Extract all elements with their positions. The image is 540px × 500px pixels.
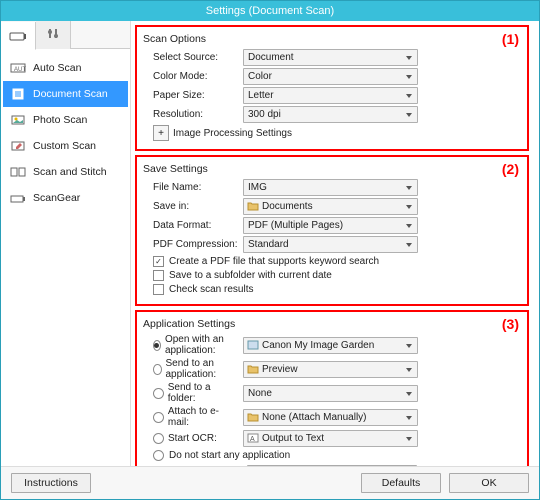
sidebar-item-document-scan[interactable]: Document Scan bbox=[3, 81, 128, 107]
auto-scan-icon: AUTO bbox=[9, 61, 27, 75]
label-paper-size: Paper Size: bbox=[143, 90, 239, 101]
tools-icon bbox=[44, 28, 62, 42]
checkbox-keyword-pdf[interactable] bbox=[153, 256, 164, 267]
label-subfolder-date: Save to a subfolder with current date bbox=[169, 270, 332, 281]
scan-stitch-icon bbox=[9, 165, 27, 179]
defaults-button[interactable]: Defaults bbox=[361, 473, 441, 493]
scangear-icon bbox=[9, 191, 27, 205]
radio-open-app[interactable] bbox=[153, 340, 161, 351]
sidebar-item-label: Auto Scan bbox=[33, 62, 81, 74]
svg-text:AUTO: AUTO bbox=[14, 67, 26, 73]
window-title: Settings (Document Scan) bbox=[206, 5, 334, 17]
folder-icon bbox=[247, 201, 259, 211]
label-data-format: Data Format: bbox=[143, 220, 239, 231]
label-do-not-start: Do not start any application bbox=[169, 450, 290, 461]
svg-text:A: A bbox=[250, 436, 255, 443]
send-folder-dropdown[interactable]: None bbox=[243, 385, 418, 402]
label-start-ocr: Start OCR: bbox=[143, 433, 239, 444]
footer: Instructions Defaults OK bbox=[1, 466, 539, 499]
folder-icon bbox=[247, 364, 259, 374]
sidebar-item-scan-stitch[interactable]: Scan and Stitch bbox=[3, 159, 128, 185]
radio-start-ocr[interactable] bbox=[153, 433, 164, 444]
pdf-compression-dropdown[interactable]: Standard bbox=[243, 236, 418, 253]
sidebar-item-label: Custom Scan bbox=[33, 140, 96, 152]
titlebar: Settings (Document Scan) bbox=[1, 1, 539, 21]
file-name-combo[interactable]: IMG bbox=[243, 179, 418, 196]
paper-size-dropdown[interactable]: Letter bbox=[243, 87, 418, 104]
sidebar-item-custom-scan[interactable]: Custom Scan bbox=[3, 133, 128, 159]
text-icon: A bbox=[247, 433, 259, 443]
send-app-dropdown[interactable]: Preview bbox=[243, 361, 418, 378]
sidebar-item-auto-scan[interactable]: AUTO Auto Scan bbox=[3, 55, 128, 81]
section-number-3: (3) bbox=[502, 316, 519, 332]
section-number-1: (1) bbox=[502, 31, 519, 47]
checkbox-check-results[interactable] bbox=[153, 284, 164, 295]
section-save-settings: (2) Save Settings File Name: IMG Save in… bbox=[135, 155, 529, 306]
label-keyword-pdf: Create a PDF file that supports keyword … bbox=[169, 256, 379, 267]
sidebar: AUTO Auto Scan Document Scan Photo Scan … bbox=[1, 49, 130, 466]
label-send-app: Send to an application: bbox=[143, 358, 239, 380]
tab-tools[interactable] bbox=[36, 21, 71, 49]
app-icon bbox=[247, 340, 259, 350]
label-ips: Image Processing Settings bbox=[173, 128, 292, 139]
attach-email-dropdown[interactable]: None (Attach Manually) bbox=[243, 409, 418, 426]
sidebar-item-scangear[interactable]: ScanGear bbox=[3, 185, 128, 211]
sidebar-item-label: Photo Scan bbox=[33, 114, 87, 126]
label-pdf-compression: PDF Compression: bbox=[143, 239, 239, 250]
section-number-2: (2) bbox=[502, 161, 519, 177]
section-title: Scan Options bbox=[143, 33, 521, 45]
more-functions-button[interactable]: More Functions bbox=[247, 465, 417, 466]
top-tabstrip bbox=[1, 21, 130, 49]
checkbox-subfolder-date[interactable] bbox=[153, 270, 164, 281]
data-format-dropdown[interactable]: PDF (Multiple Pages) bbox=[243, 217, 418, 234]
sidebar-item-photo-scan[interactable]: Photo Scan bbox=[3, 107, 128, 133]
label-attach-email: Attach to e-mail: bbox=[143, 406, 239, 428]
label-save-in: Save in: bbox=[143, 201, 239, 212]
section-scan-options: (1) Scan Options Select Source: Document… bbox=[135, 25, 529, 151]
label-select-source: Select Source: bbox=[143, 52, 239, 63]
scanner-icon bbox=[9, 29, 27, 43]
sidebar-item-label: Document Scan bbox=[33, 88, 108, 100]
label-open-app: Open with an application: bbox=[143, 334, 239, 356]
label-color-mode: Color Mode: bbox=[143, 71, 239, 82]
label-file-name: File Name: bbox=[143, 182, 239, 193]
save-in-dropdown[interactable]: Documents bbox=[243, 198, 418, 215]
radio-attach-email[interactable] bbox=[153, 412, 164, 423]
radio-do-not-start[interactable] bbox=[153, 450, 164, 461]
label-resolution: Resolution: bbox=[143, 109, 239, 120]
label-send-folder: Send to a folder: bbox=[143, 382, 239, 404]
custom-scan-icon bbox=[9, 139, 27, 153]
section-title: Application Settings bbox=[143, 318, 521, 330]
instructions-button[interactable]: Instructions bbox=[11, 473, 91, 493]
ok-button[interactable]: OK bbox=[449, 473, 529, 493]
radio-send-folder[interactable] bbox=[153, 388, 164, 399]
tab-scan[interactable] bbox=[1, 22, 36, 50]
color-mode-dropdown[interactable]: Color bbox=[243, 68, 418, 85]
folder-icon bbox=[247, 412, 259, 422]
radio-send-app[interactable] bbox=[153, 364, 162, 375]
settings-window: Settings (Document Scan) AUTO A bbox=[0, 0, 540, 500]
photo-scan-icon bbox=[9, 113, 27, 127]
open-app-dropdown[interactable]: Canon My Image Garden bbox=[243, 337, 418, 354]
document-scan-icon bbox=[9, 87, 27, 101]
resolution-dropdown[interactable]: 300 dpi bbox=[243, 106, 418, 123]
select-source-dropdown[interactable]: Document bbox=[243, 49, 418, 66]
sidebar-item-label: ScanGear bbox=[33, 192, 80, 204]
sidebar-item-label: Scan and Stitch bbox=[33, 166, 107, 178]
start-ocr-dropdown[interactable]: A Output to Text bbox=[243, 430, 418, 447]
main-panel: (1) Scan Options Select Source: Document… bbox=[131, 21, 539, 466]
section-app-settings: (3) Application Settings Open with an ap… bbox=[135, 310, 529, 466]
expand-ips-button[interactable]: + bbox=[153, 125, 169, 141]
label-check-results: Check scan results bbox=[169, 284, 253, 295]
section-title: Save Settings bbox=[143, 163, 521, 175]
